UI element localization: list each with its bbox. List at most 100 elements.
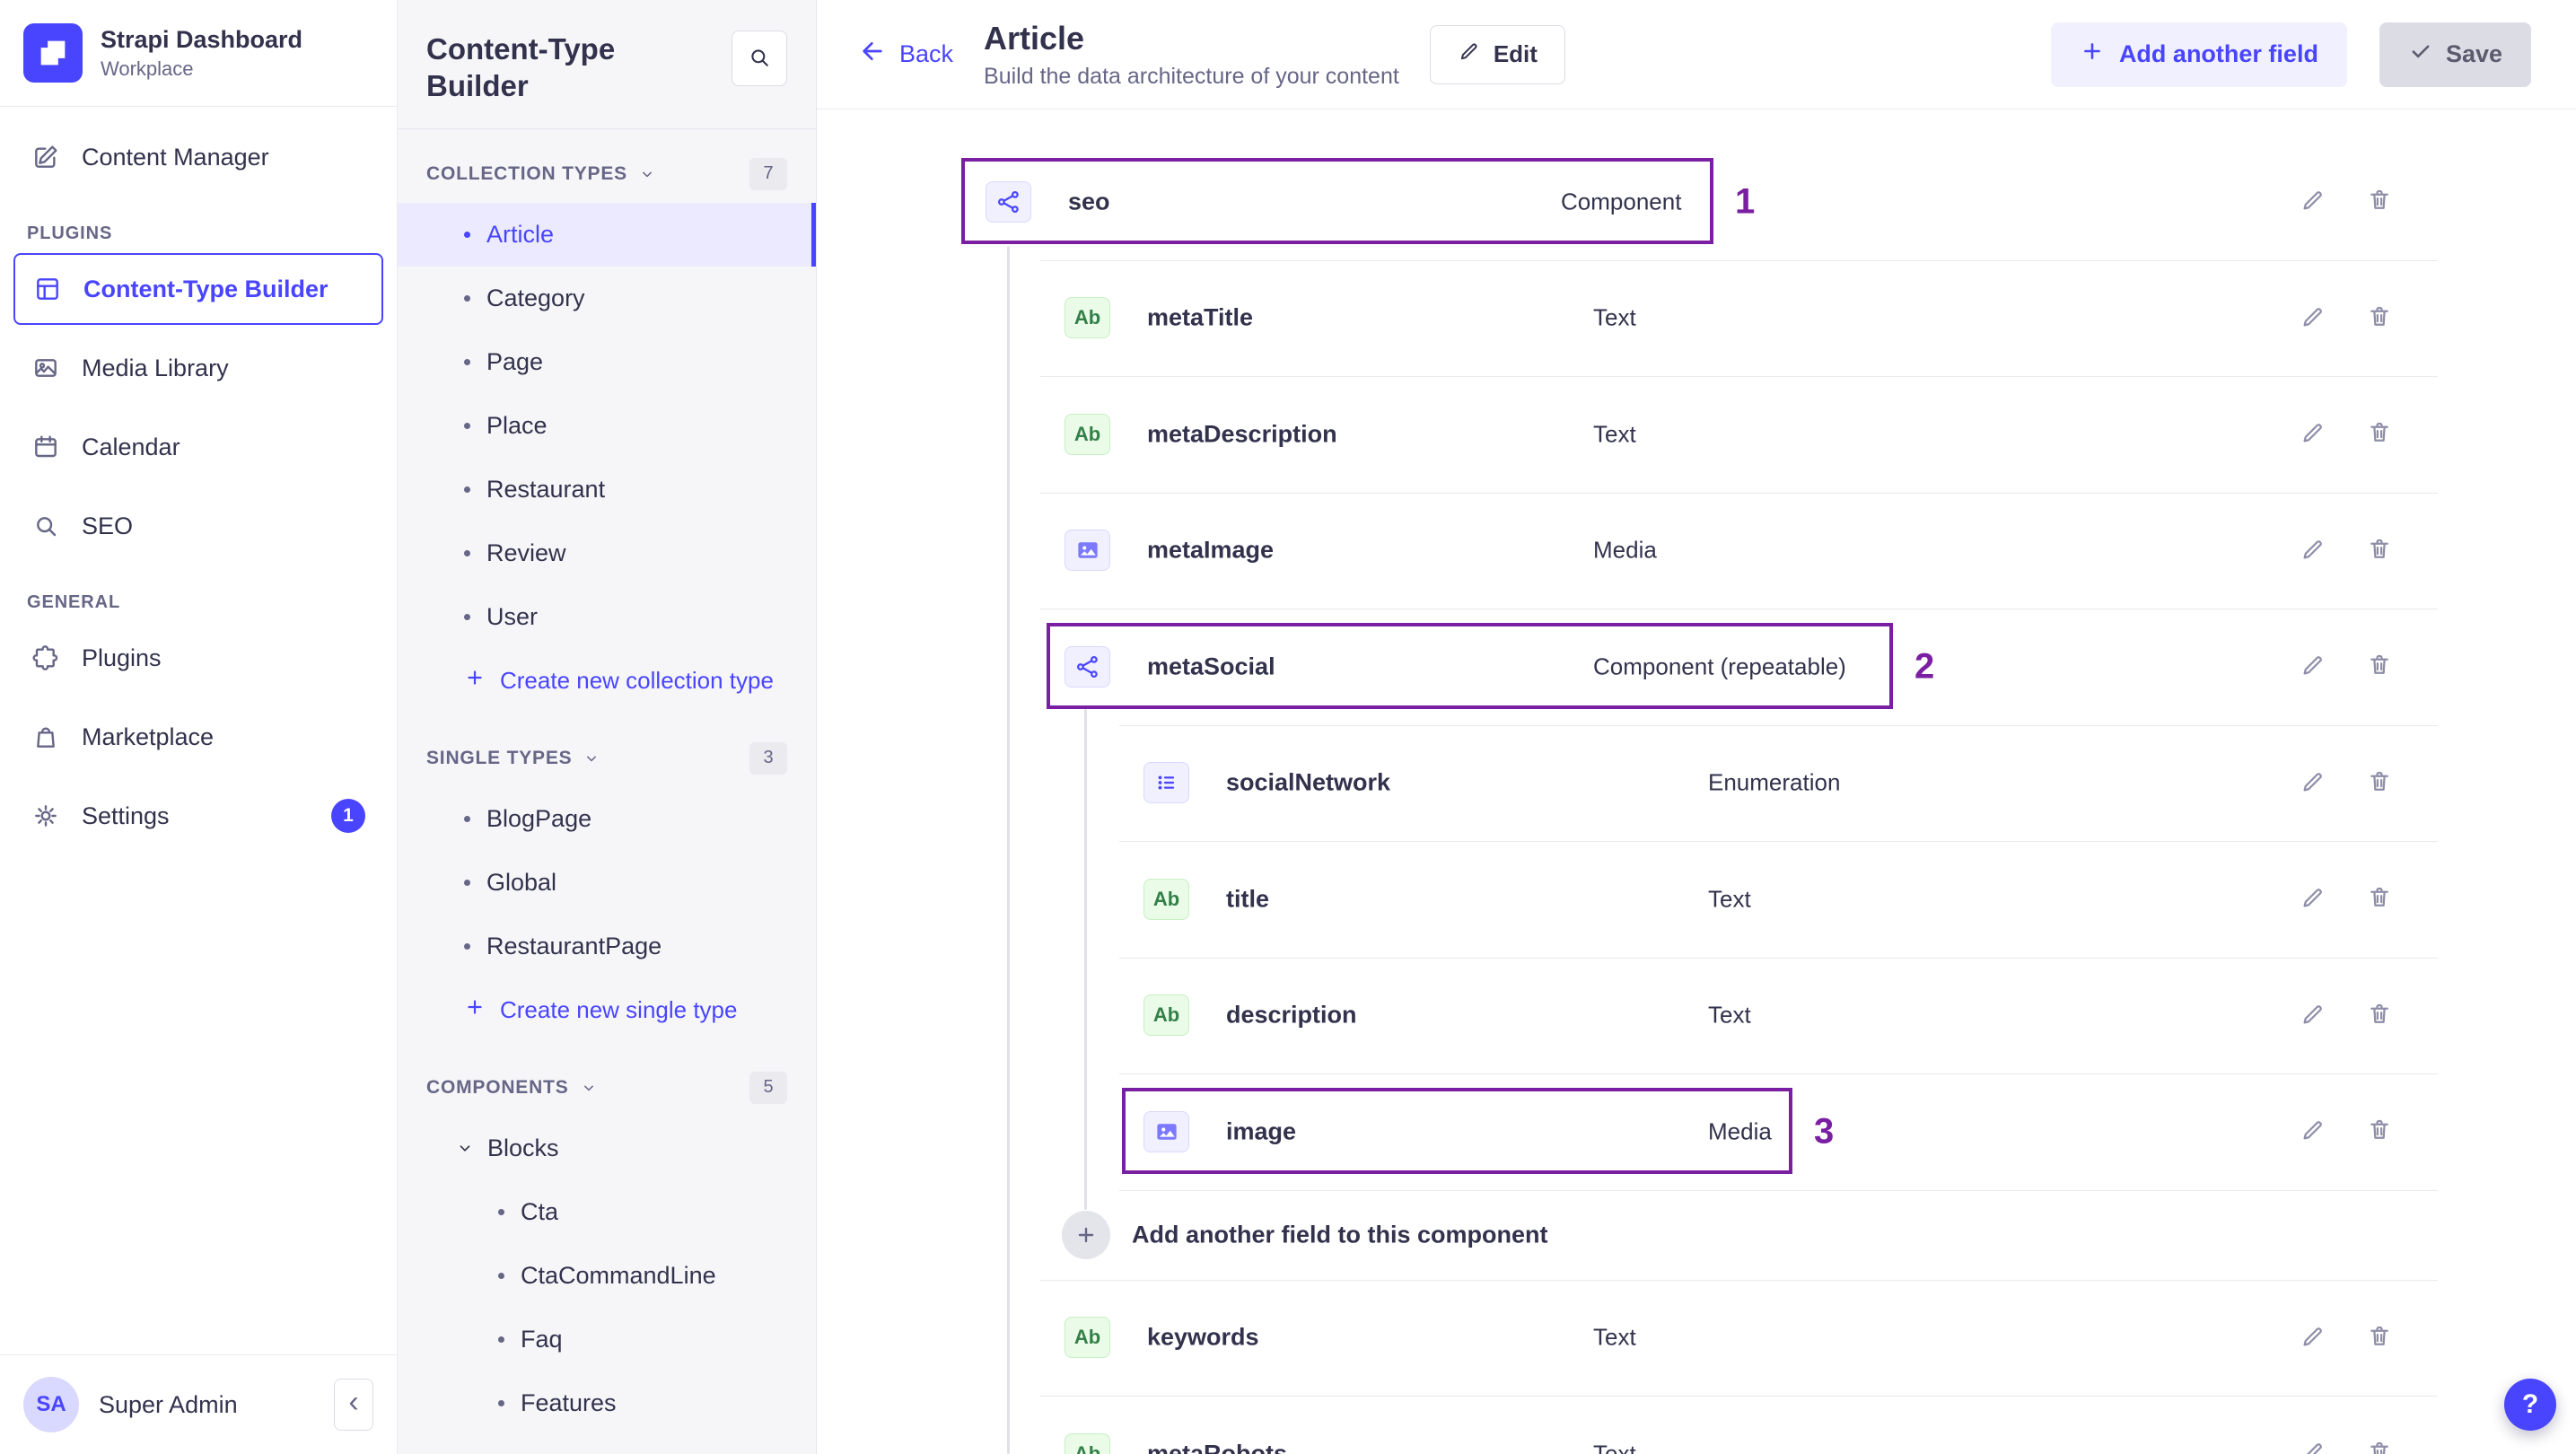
trash-icon	[2366, 1001, 2393, 1030]
sidebar-item-content-type-builder[interactable]: Content-Type Builder	[13, 253, 383, 325]
plus-icon	[464, 667, 486, 695]
delete-field-button[interactable]	[2354, 1312, 2405, 1362]
strapi-dashboard-page: Strapi Dashboard Workplace Content Manag…	[0, 0, 2576, 1454]
sidebar-item-ctacommandline[interactable]: CtaCommandLine	[398, 1244, 816, 1308]
gear-icon	[31, 801, 60, 830]
edit-field-button[interactable]	[2288, 1429, 2338, 1454]
page-subtitle: Build the data architecture of your cont…	[984, 63, 1399, 89]
edit-field-button[interactable]	[2288, 990, 2338, 1040]
field-row-socialnetwork[interactable]: socialNetwork Enumeration	[961, 724, 2438, 842]
bullet-icon	[464, 358, 470, 365]
delete-field-button[interactable]	[2354, 990, 2405, 1040]
delete-field-button[interactable]	[2354, 758, 2405, 808]
delete-field-button[interactable]	[2354, 642, 2405, 692]
field-row-metasocial[interactable]: 2 metaSocial Component (repeatable)	[961, 609, 2438, 725]
arrow-left-icon	[858, 37, 887, 72]
bullet-icon	[464, 879, 470, 886]
edit-field-button[interactable]	[2288, 1312, 2338, 1362]
sidebar-item-label: Content Manager	[82, 143, 269, 171]
save-button[interactable]: Save	[2379, 22, 2531, 87]
create-new-single-type-link[interactable]: Create new single type	[398, 978, 816, 1043]
sidebar-item-restaurant[interactable]: Restaurant	[398, 458, 816, 521]
sidebar-item-content-manager[interactable]: Content Manager	[13, 121, 383, 193]
page-header: Back Article Build the data architecture…	[817, 0, 2576, 109]
field-type: Component (repeatable)	[1593, 653, 1846, 680]
sidebar-item-blogpage[interactable]: BlogPage	[398, 787, 816, 851]
collapse-sidebar-button[interactable]: ‹	[334, 1379, 373, 1431]
group-header-components[interactable]: COMPONENTS 5	[398, 1043, 816, 1117]
sidebar-item-marketplace[interactable]: Marketplace	[13, 701, 383, 773]
sidebar-item-article[interactable]: Article	[398, 202, 816, 267]
sidebar-item-seo[interactable]: SEO	[13, 490, 383, 562]
create-new-collection-type-link[interactable]: Create new collection type	[398, 649, 816, 714]
back-link[interactable]: Back	[858, 37, 953, 72]
workspace-title: Strapi Dashboard	[101, 25, 303, 53]
sidebar-item-restaurantpage[interactable]: RestaurantPage	[398, 915, 816, 978]
edit-field-button[interactable]	[2288, 758, 2338, 808]
plus-icon[interactable]	[1062, 1210, 1110, 1259]
field-row-seo[interactable]: 1 seo Component	[961, 144, 2438, 260]
delete-field-button[interactable]	[2354, 409, 2405, 460]
field-row-image[interactable]: 3 image Media	[961, 1073, 2438, 1190]
delete-field-button[interactable]	[2354, 177, 2405, 227]
edit-field-button[interactable]	[2288, 525, 2338, 575]
sidebar-item-settings[interactable]: Settings 1	[13, 780, 383, 852]
sidebar-item-faq[interactable]: Faq	[398, 1308, 816, 1371]
delete-field-button[interactable]	[2354, 1429, 2405, 1454]
delete-field-button[interactable]	[2354, 293, 2405, 343]
edit-field-button[interactable]	[2288, 177, 2338, 227]
edit-field-button[interactable]	[2288, 874, 2338, 924]
field-name: socialNetwork	[1226, 768, 1391, 796]
help-button[interactable]: ?	[2504, 1379, 2556, 1431]
sidebar-item-global[interactable]: Global	[398, 851, 816, 915]
pencil-icon	[2300, 768, 2326, 798]
sidebar-item-user[interactable]: User	[398, 585, 816, 649]
edit-field-button[interactable]	[2288, 293, 2338, 343]
search-button[interactable]	[732, 31, 787, 86]
edit-field-button[interactable]	[2288, 642, 2338, 692]
sidebar-item-calendar[interactable]: Calendar	[13, 411, 383, 483]
field-row-metaimage[interactable]: metaImage Media	[961, 492, 2438, 609]
sidebar-item-review[interactable]: Review	[398, 521, 816, 585]
sidebar-item-label: Media Library	[82, 354, 229, 381]
text-field-icon: Ab	[1065, 1432, 1110, 1454]
sidebar-item-label: Content-Type Builder	[83, 275, 329, 302]
sidebar-item-cta[interactable]: Cta	[398, 1180, 816, 1244]
sidebar-item-category[interactable]: Category	[398, 267, 816, 330]
field-row-keywords[interactable]: Ab keywords Text	[961, 1279, 2438, 1397]
bullet-icon	[464, 231, 470, 238]
edit-field-button[interactable]	[2288, 409, 2338, 460]
annotation-box	[1122, 1088, 1792, 1174]
field-row-metarobots[interactable]: Ab metaRobots Text	[961, 1396, 2438, 1454]
group-header-single-types[interactable]: SINGLE TYPES 3	[398, 714, 816, 787]
sidebar-item-place[interactable]: Place	[398, 394, 816, 458]
main-sidebar: Strapi Dashboard Workplace Content Manag…	[0, 0, 398, 1454]
sidebar-item-page[interactable]: Page	[398, 330, 816, 394]
field-row-metatitle[interactable]: Ab metaTitle Text	[961, 259, 2438, 377]
delete-field-button[interactable]	[2354, 525, 2405, 575]
trash-icon	[2366, 1117, 2393, 1146]
component-field-icon	[986, 180, 1031, 223]
field-type: Enumeration	[1708, 768, 1841, 796]
sidebar-item-features[interactable]: Features	[398, 1371, 816, 1435]
add-field-to-component-row[interactable]: Add another field to this component	[961, 1189, 2438, 1280]
delete-field-button[interactable]	[2354, 1107, 2405, 1157]
field-row-description[interactable]: Ab description Text	[961, 957, 2438, 1074]
pencil-icon	[2300, 652, 2326, 681]
trash-icon	[2366, 187, 2393, 216]
field-row-title[interactable]: Ab title Text	[961, 841, 2438, 958]
sidebar-item-blocks[interactable]: Blocks	[398, 1117, 816, 1180]
text-field-icon: Ab	[1065, 297, 1110, 339]
annotation-number: 3	[1814, 1111, 1835, 1152]
avatar[interactable]: SA	[23, 1377, 79, 1432]
edit-field-button[interactable]	[2288, 1107, 2338, 1157]
add-another-field-button[interactable]: Add another field	[2050, 22, 2347, 87]
trash-icon	[2366, 768, 2393, 798]
sidebar-item-plugins[interactable]: Plugins	[13, 622, 383, 694]
group-header-collection-types[interactable]: COLLECTION TYPES 7	[398, 129, 816, 203]
edit-button[interactable]: Edit	[1429, 24, 1565, 84]
delete-field-button[interactable]	[2354, 874, 2405, 924]
field-row-metadescription[interactable]: Ab metaDescription Text	[961, 376, 2438, 493]
notification-badge: 1	[331, 799, 365, 833]
sidebar-item-media-library[interactable]: Media Library	[13, 332, 383, 404]
